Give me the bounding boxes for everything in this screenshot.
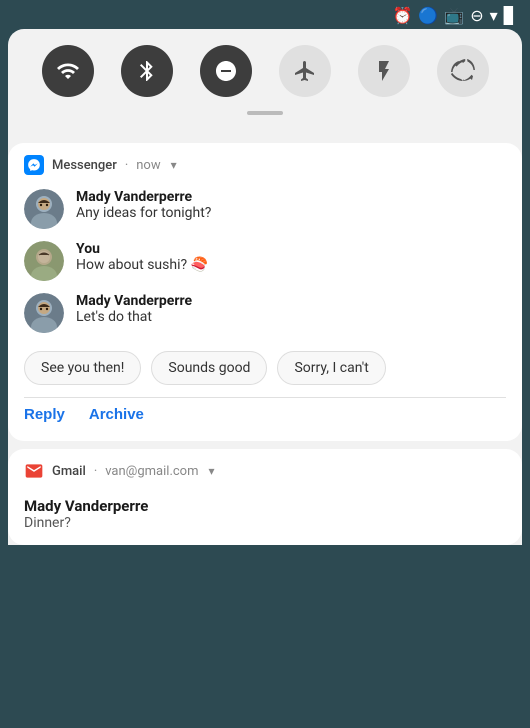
gmail-subject: Dinner?	[24, 515, 506, 531]
gmail-chevron-icon[interactable]: ▾	[209, 464, 215, 478]
messenger-icon	[27, 158, 41, 172]
status-bar: ⏰ 🔵 📺 ⊖ ▾ ▊	[0, 0, 530, 29]
gmail-app-icon	[24, 461, 44, 481]
sender-name-1: Mady Vanderperre	[76, 189, 211, 205]
gmail-icon	[24, 461, 44, 481]
message-content-2: You How about sushi? 🍣	[76, 241, 208, 273]
archive-button[interactable]: Archive	[89, 402, 144, 427]
you-avatar	[24, 241, 64, 281]
sender-name-2: You	[76, 241, 208, 257]
messenger-notif-timestamp: now	[136, 158, 160, 173]
messenger-notif-time: ·	[125, 158, 128, 173]
flashlight-icon	[372, 59, 396, 83]
message-row-2: You How about sushi? 🍣	[8, 235, 522, 287]
bluetooth-toggle[interactable]	[121, 45, 173, 97]
message-text-2: How about sushi? 🍣	[76, 257, 208, 273]
mady-avatar-1	[24, 189, 64, 229]
handle-bar	[247, 111, 283, 115]
wifi-icon	[56, 59, 80, 83]
flashlight-toggle[interactable]	[358, 45, 410, 97]
message-content-1: Mady Vanderperre Any ideas for tonight?	[76, 189, 211, 221]
notif-actions-container: Reply Archive	[8, 398, 522, 441]
gmail-app-name: Gmail	[52, 464, 86, 479]
message-row-3: Mady Vanderperre Let's do that	[8, 287, 522, 339]
dnd-toggle[interactable]	[200, 45, 252, 97]
mady-avatar-2	[24, 293, 64, 333]
cast-icon: 📺	[444, 6, 464, 25]
reply-button[interactable]: Reply	[24, 402, 65, 427]
rotate-icon	[451, 59, 475, 83]
message-content-3: Mady Vanderperre Let's do that	[76, 293, 192, 325]
message-row-1: Mady Vanderperre Any ideas for tonight?	[8, 183, 522, 235]
messenger-app-name: Messenger	[52, 158, 117, 173]
sender-name-3: Mady Vanderperre	[76, 293, 192, 309]
dnd-icon	[214, 59, 238, 83]
rotate-toggle[interactable]	[437, 45, 489, 97]
quick-reply-see-you-then[interactable]: See you then!	[24, 351, 141, 385]
signal-icon: ▊	[504, 6, 516, 25]
messenger-chevron-icon[interactable]: ▾	[171, 158, 177, 172]
quick-settings-panel	[8, 29, 522, 135]
notifications-area: Messenger · now ▾ Mady Vanderperre	[8, 135, 522, 545]
quick-settings-buttons	[28, 45, 502, 97]
alarm-icon: ⏰	[392, 6, 412, 25]
quick-replies-container: See you then! Sounds good Sorry, I can't	[8, 339, 522, 397]
airplane-toggle[interactable]	[279, 45, 331, 97]
gmail-notification-card: Gmail · van@gmail.com ▾ Mady Vanderperre…	[8, 449, 522, 545]
quick-reply-sounds-good[interactable]: Sounds good	[151, 351, 267, 385]
gmail-separator: ·	[94, 464, 97, 479]
bluetooth-icon	[135, 59, 159, 83]
messenger-notification-card: Messenger · now ▾ Mady Vanderperre	[8, 143, 522, 441]
gmail-notif-header: Gmail · van@gmail.com ▾	[8, 449, 522, 489]
gmail-content: Mady Vanderperre Dinner?	[8, 497, 522, 545]
bluetooth-status-icon: 🔵	[418, 6, 438, 25]
dnd-status-icon: ⊖	[470, 6, 483, 25]
panel-handle	[28, 111, 502, 115]
messenger-app-icon	[24, 155, 44, 175]
wifi-toggle[interactable]	[42, 45, 94, 97]
message-text-3: Let's do that	[76, 309, 192, 325]
quick-reply-sorry-cant[interactable]: Sorry, I can't	[277, 351, 385, 385]
gmail-account: van@gmail.com	[105, 464, 198, 479]
gmail-sender-name: Mady Vanderperre	[24, 497, 506, 515]
message-text-1: Any ideas for tonight?	[76, 205, 211, 221]
wifi-status-icon: ▾	[490, 6, 498, 25]
airplane-icon	[293, 59, 317, 83]
messenger-notif-header: Messenger · now ▾	[8, 143, 522, 183]
